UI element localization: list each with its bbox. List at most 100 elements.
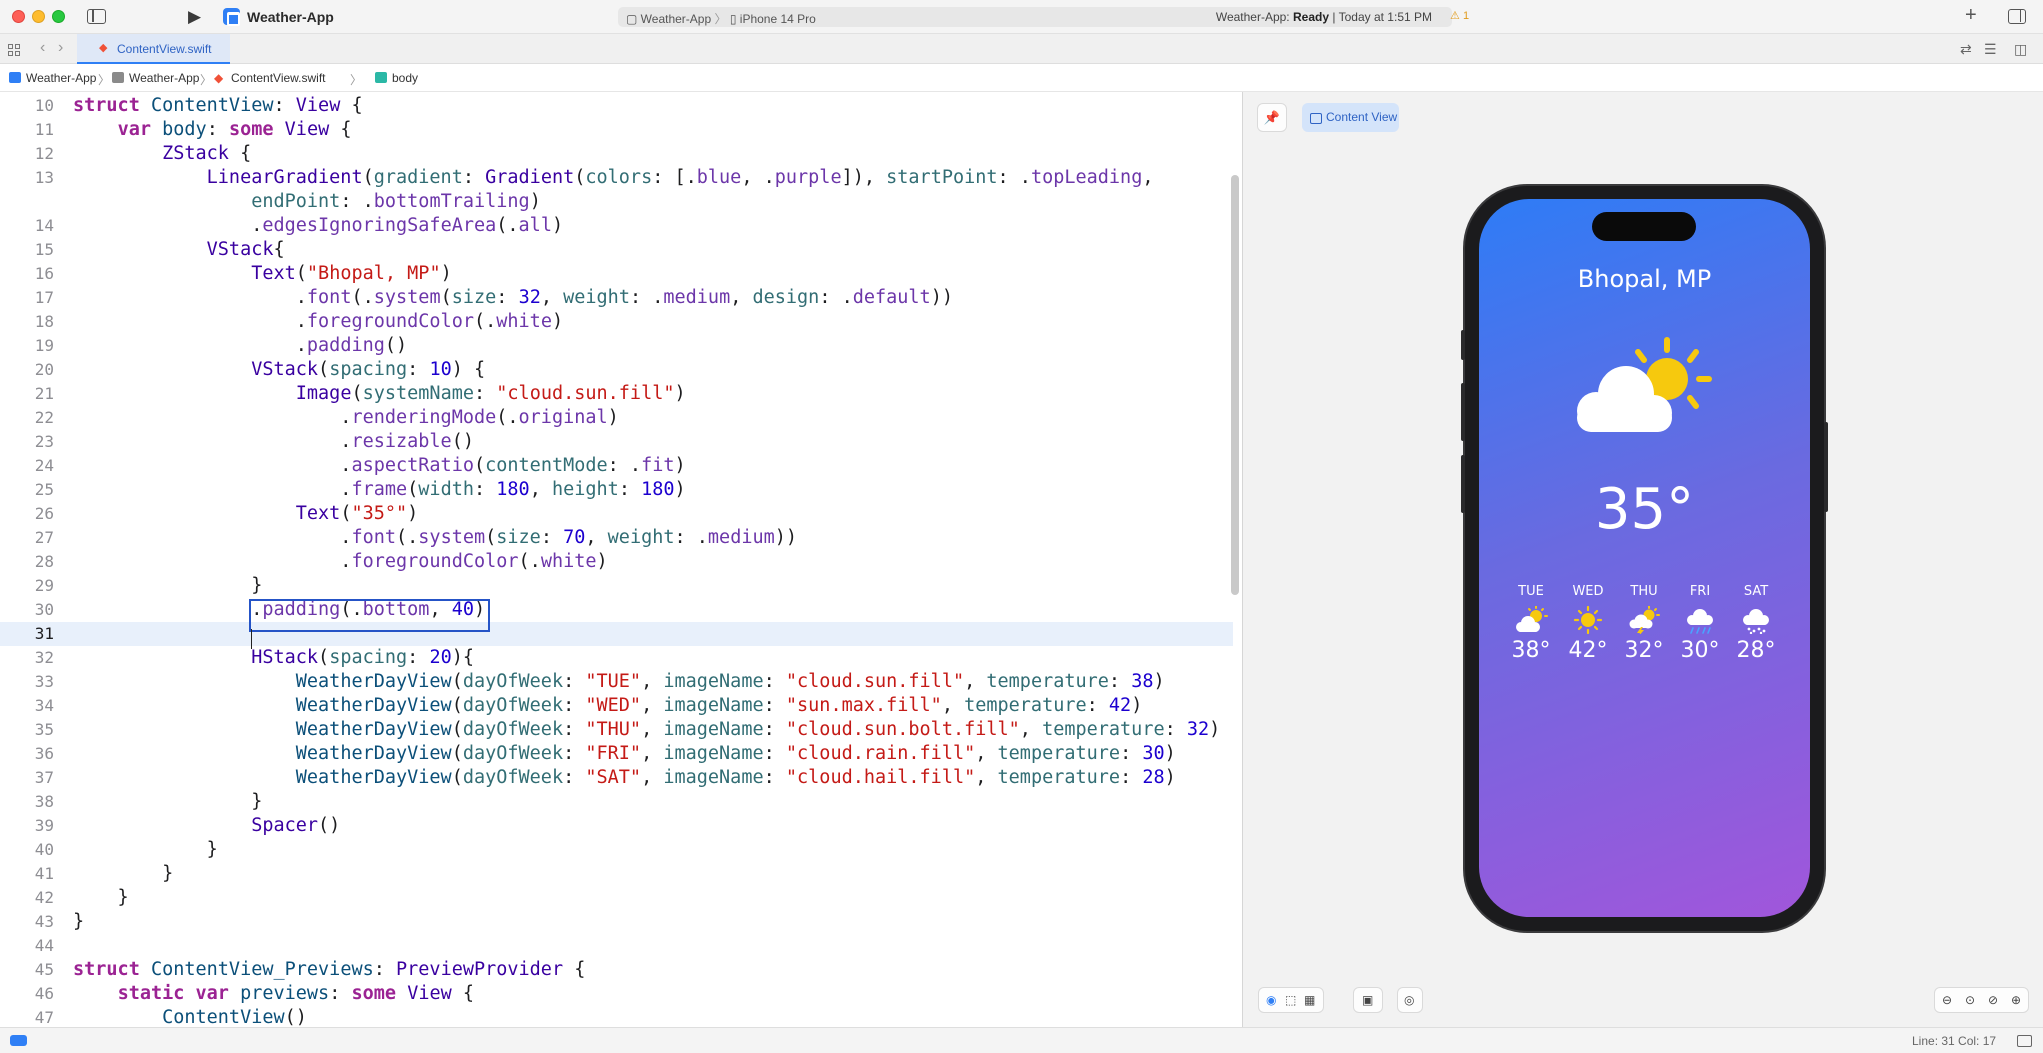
close-window-button[interactable]: [12, 10, 25, 23]
panel-toggle-icon[interactable]: [2017, 1035, 2032, 1047]
code-line[interactable]: 18 .foregroundColor(.white): [0, 310, 1233, 334]
activity-view[interactable]: ▢ Weather-App 〉 ▯ iPhone 14 Pro Weather-…: [618, 7, 1452, 27]
code-line[interactable]: 38 }: [0, 790, 1233, 814]
scheme-selector[interactable]: ▢ Weather-App 〉 ▯ iPhone 14 Pro: [626, 10, 816, 27]
refresh-icon[interactable]: ⇄: [1960, 41, 1972, 58]
code-line[interactable]: 12 ZStack {: [0, 142, 1233, 166]
warning-badge[interactable]: ⚠ 1: [1450, 9, 1469, 22]
code-line[interactable]: 10 struct ContentView: View {: [0, 94, 1233, 118]
code-line[interactable]: 46 static var previews: some View {: [0, 982, 1233, 1006]
preview-on-device-button[interactable]: ◎: [1397, 987, 1423, 1013]
debug-area-toggle-icon[interactable]: [10, 1035, 27, 1046]
code-line[interactable]: 11 var body: some View {: [0, 118, 1233, 142]
code-line[interactable]: 29 }: [0, 574, 1233, 598]
code-line[interactable]: endPoint: .bottomTrailing): [0, 190, 1233, 214]
cursor-position: Line: 31 Col: 17: [1912, 1034, 1997, 1048]
title-bar: ▶ Weather-App ▢ Weather-App 〉 ▯ iPhone 1…: [0, 0, 2043, 34]
action-button: [1461, 330, 1465, 360]
code-line[interactable]: 15 VStack{: [0, 238, 1233, 262]
navigator-toggle-icon[interactable]: [87, 9, 106, 24]
cloud-sun-bolt-fill-icon: [1629, 606, 1660, 634]
content-view-chip[interactable]: Content View: [1302, 103, 1399, 132]
code-line[interactable]: 17 .font(.system(size: 32, weight: .medi…: [0, 286, 1233, 310]
weather-day-fri: FRI 30°: [1680, 584, 1720, 663]
code-line[interactable]: 41 }: [0, 862, 1233, 886]
code-line[interactable]: 13 LinearGradient(gradient: Gradient(col…: [0, 166, 1233, 190]
editor-options-icon[interactable]: ☰: [1984, 41, 1997, 58]
build-status: Weather-App: Ready | Today at 1:51 PM: [1215, 10, 1432, 24]
add-icon[interactable]: +: [1965, 4, 1977, 27]
breadcrumb-project[interactable]: Weather-App: [26, 71, 96, 85]
code-line[interactable]: 23 .resizable(): [0, 430, 1233, 454]
code-line[interactable]: 39 Spacer(): [0, 814, 1233, 838]
dynamic-island: [1592, 212, 1696, 241]
text-cursor: [251, 629, 252, 649]
app-icon: [223, 8, 240, 26]
zoom-controls: ⊖ ⊙ ⊘ ⊕: [1934, 987, 2029, 1013]
code-line[interactable]: 30 .padding(.bottom, 40): [0, 598, 1233, 622]
forward-icon[interactable]: ›: [58, 39, 63, 57]
editor-scrollbar[interactable]: [1231, 175, 1239, 595]
code-line[interactable]: 27 .font(.system(size: 70, weight: .medi…: [0, 526, 1233, 550]
code-line[interactable]: 45 struct ContentView_Previews: PreviewPr…: [0, 958, 1233, 982]
breadcrumb-group[interactable]: Weather-App: [129, 71, 199, 85]
live-preview-icon[interactable]: ◉: [1266, 993, 1276, 1007]
code-line[interactable]: 25 .frame(width: 180, height: 180): [0, 478, 1233, 502]
volume-down-button: [1461, 455, 1465, 513]
inspector-toggle-icon[interactable]: [2008, 9, 2026, 24]
code-line[interactable]: 24 .aspectRatio(contentMode: .fit): [0, 454, 1233, 478]
code-line[interactable]: 26 Text("35°"): [0, 502, 1233, 526]
code-line[interactable]: 36 WeatherDayView(dayOfWeek: "FRI", imag…: [0, 742, 1233, 766]
phone-screen[interactable]: [1479, 199, 1810, 917]
code-line[interactable]: 42 }: [0, 886, 1233, 910]
zoom-in-icon[interactable]: ⊕: [2011, 993, 2021, 1007]
split-editor-icon[interactable]: ◫: [2014, 41, 2027, 58]
weather-day-thu: THU 32°: [1624, 584, 1664, 663]
code-line[interactable]: 32 HStack(spacing: 20){: [0, 646, 1233, 670]
project-title: Weather-App: [247, 9, 334, 25]
preview-device-icon: ◎: [1404, 993, 1415, 1007]
code-line[interactable]: 19 .padding(): [0, 334, 1233, 358]
variants-icon[interactable]: ▦: [1304, 993, 1315, 1007]
code-line[interactable]: 37 WeatherDayView(dayOfWeek: "SAT", imag…: [0, 766, 1233, 790]
source-editor[interactable]: 10 struct ContentView: View { 11 var body…: [0, 92, 1233, 1027]
code-line[interactable]: 35 WeatherDayView(dayOfWeek: "THU", imag…: [0, 718, 1233, 742]
tab-contentview-swift[interactable]: ◆ ContentView.swift: [77, 34, 230, 64]
scheme-icon: ▢: [626, 12, 641, 26]
code-line[interactable]: 28 .foregroundColor(.white): [0, 550, 1233, 574]
run-button[interactable]: ▶: [188, 0, 201, 34]
current-code-line[interactable]: 31: [0, 622, 1233, 646]
code-line[interactable]: 40 }: [0, 838, 1233, 862]
code-line[interactable]: 20 VStack(spacing: 10) {: [0, 358, 1233, 382]
cloud-sun-fill-icon: [1516, 606, 1548, 632]
jump-bar: Weather-App 〉 Weather-App 〉 ◆ ContentVie…: [0, 64, 2043, 92]
back-icon[interactable]: ‹: [40, 39, 45, 57]
code-line[interactable]: 43}: [0, 910, 1233, 934]
zoom-actual-icon[interactable]: ⊙: [1965, 993, 1975, 1007]
device-settings-icon: ▣: [1362, 993, 1374, 1007]
minimize-window-button[interactable]: [32, 10, 45, 23]
selectable-mode-icon[interactable]: ⬚: [1285, 993, 1296, 1007]
breadcrumb-file[interactable]: ContentView.swift: [231, 71, 326, 85]
code-line[interactable]: 34 WeatherDayView(dayOfWeek: "WED", imag…: [0, 694, 1233, 718]
related-items-icon[interactable]: [8, 44, 20, 56]
status-bar: Line: 31 Col: 17: [0, 1027, 2043, 1053]
code-line[interactable]: 33 WeatherDayView(dayOfWeek: "TUE", imag…: [0, 670, 1233, 694]
code-line[interactable]: 44: [0, 934, 1233, 958]
weather-day-wed: WED 42°: [1568, 584, 1608, 663]
code-line[interactable]: 22 .renderingMode(.original): [0, 406, 1233, 430]
zoom-window-button[interactable]: [52, 10, 65, 23]
weather-day-sat: SAT 28°: [1736, 584, 1776, 663]
device-selector[interactable]: iPhone 14 Pro: [740, 12, 816, 26]
code-line[interactable]: 16 Text("Bhopal, MP"): [0, 262, 1233, 286]
code-line[interactable]: 21 Image(systemName: "cloud.sun.fill"): [0, 382, 1233, 406]
device-settings-button[interactable]: ▣: [1353, 987, 1383, 1013]
zoom-fit-icon[interactable]: ⊘: [1988, 993, 1998, 1007]
zoom-out-icon[interactable]: ⊖: [1942, 993, 1952, 1007]
cloud-rain-fill-icon: [1687, 609, 1713, 634]
code-line[interactable]: 14 .edgesIgnoringSafeArea(.all): [0, 214, 1233, 238]
code-line[interactable]: 47 ContentView(): [0, 1006, 1233, 1027]
breadcrumb-symbol[interactable]: body: [357, 71, 418, 85]
pin-preview-icon[interactable]: 📌: [1257, 103, 1287, 132]
preview-mode-controls: ◉ ⬚ ▦: [1258, 987, 1324, 1013]
